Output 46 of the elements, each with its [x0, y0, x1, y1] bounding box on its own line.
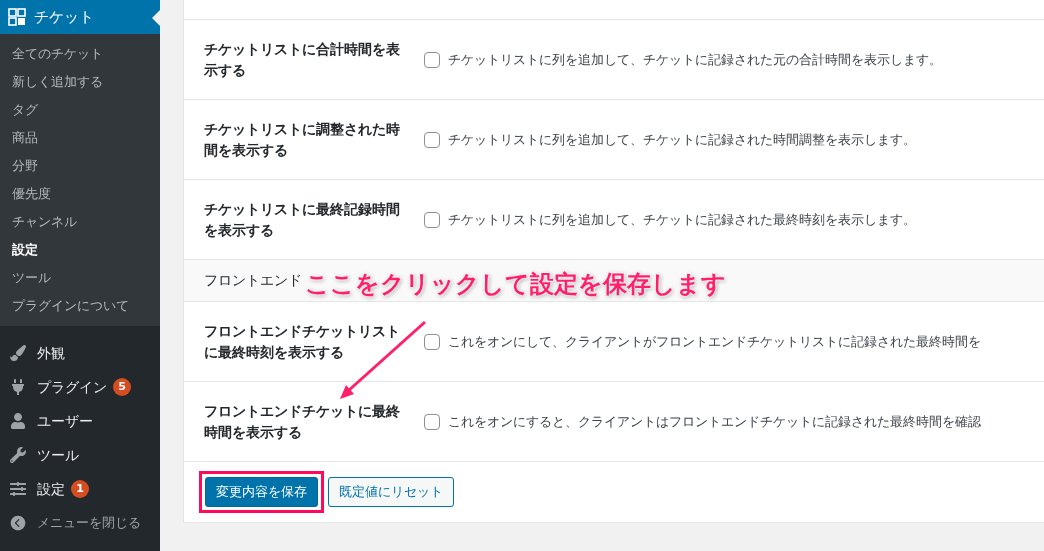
setting-description: これをオンにして、クライアントがフロントエンドチケットリストに記録された最終時間を [448, 332, 981, 351]
setting-label: チケットリストに調整された時間を表示する [204, 119, 401, 160]
setting-description: チケットリストに列を追加して、チケットに記録された時間調整を表示します。 [448, 130, 916, 149]
setting-description: チケットリストに列を追加して、チケットに記録された最終時刻を表示します。 [448, 210, 916, 229]
submenu-item[interactable]: 分野 [0, 152, 160, 180]
sliders-icon [10, 481, 26, 497]
wrench-icon [10, 447, 26, 463]
setting-description: チケットリストに列を追加して、チケットに記録された元の合計時間を表示します。 [448, 50, 942, 69]
checkbox[interactable] [424, 51, 440, 68]
grid-icon [8, 8, 26, 26]
submenu-item[interactable]: 優先度 [0, 180, 160, 208]
submenu-item[interactable]: 全てのチケット [0, 40, 160, 68]
menu-item[interactable]: ユーザー [0, 404, 160, 438]
checkbox[interactable] [424, 211, 440, 228]
checkbox[interactable] [424, 333, 440, 350]
checkbox[interactable] [424, 131, 440, 148]
setting-label: フロントエンドチケットに最終時間を表示する [204, 401, 401, 442]
count-badge: 5 [113, 378, 131, 396]
collapse-menu-button[interactable]: メニューを閉じる [0, 506, 160, 540]
submenu-item[interactable]: 商品 [0, 124, 160, 152]
setting-label: チケットリストに最終記録時間を表示する [204, 199, 401, 240]
submenu-item[interactable]: タグ [0, 96, 160, 124]
setting-label: チケットリストに合計時間を表示する [204, 39, 401, 80]
menu-item[interactable]: ツール [0, 438, 160, 472]
menu-item[interactable]: 設定 1 [0, 472, 160, 506]
submenu-item[interactable]: プラグインについて [0, 292, 160, 320]
submenu-item[interactable]: 設定 [0, 236, 160, 264]
user-icon [10, 413, 26, 429]
reset-button[interactable]: 既定値にリセット [328, 477, 454, 507]
menu-item[interactable]: 外観 [0, 336, 160, 370]
annotation-text: ここをクリックして設定を保存します [305, 269, 726, 300]
brush-icon [10, 345, 26, 361]
checkbox[interactable] [424, 413, 440, 430]
setting-description: これをオンにすると、クライアントはフロントエンドチケットに記録された最終時間を確認 [448, 412, 981, 431]
collapse-icon [9, 514, 27, 532]
menu-item[interactable]: プラグイン 5 [0, 370, 160, 404]
submenu-item[interactable]: チャンネル [0, 208, 160, 236]
count-badge: 1 [71, 480, 89, 498]
submenu-item[interactable]: 新しく追加する [0, 68, 160, 96]
plug-icon [10, 379, 26, 395]
submenu-item[interactable]: ツール [0, 264, 160, 292]
menu-item[interactable]: チケット [0, 0, 160, 34]
save-button[interactable]: 変更内容を保存 [205, 477, 318, 507]
pointer-icon [152, 10, 160, 26]
section-heading: フロントエンド [204, 271, 302, 290]
setting-label: フロントエンドチケットリストに最終時刻を表示する [204, 321, 401, 362]
